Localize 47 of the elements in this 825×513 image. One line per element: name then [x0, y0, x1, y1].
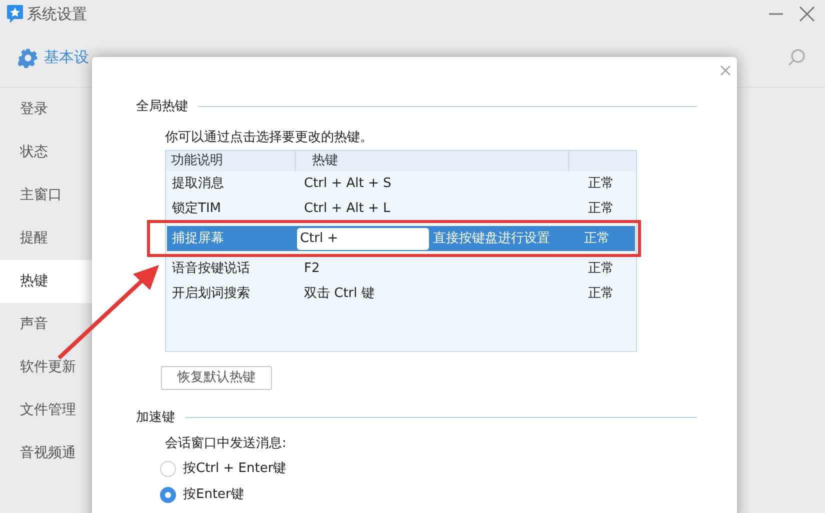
table-row[interactable]: 锁定TIM Ctrl + Alt + L 正常	[167, 196, 635, 221]
hint-text: 直接按键盘进行设置	[432, 230, 551, 248]
table-cell-text: 正常	[587, 174, 614, 193]
sidebar-item[interactable]: 软件更新	[0, 346, 92, 389]
reset-button[interactable]: 恢复默认热键	[161, 366, 272, 390]
radio-button[interactable]	[160, 487, 176, 503]
sidebar-item[interactable]: 音视频通	[0, 432, 92, 475]
table-cell-text: 语音按键说话	[171, 260, 251, 278]
radio-label[interactable]: 按Ctrl + Enter键	[183, 459, 286, 479]
sidebar-item[interactable]: 文件管理	[0, 389, 92, 432]
table-row[interactable]: 捕捉屏幕 Ctrl + 直接按键盘进行设置 正常	[167, 226, 635, 251]
search-icon[interactable]	[787, 48, 807, 68]
sidebar-item[interactable]: 提醒	[0, 217, 92, 260]
sidebar-item[interactable]: 热键	[0, 260, 92, 303]
hotkey-input[interactable]: Ctrl +	[297, 228, 429, 250]
radio-button[interactable]	[160, 461, 176, 477]
column-header: 功能说明	[166, 151, 296, 171]
table-cell-text: 开启划词搜索	[171, 284, 251, 303]
radio-label[interactable]: 按Enter键	[183, 485, 244, 505]
table-cell-text: 正常	[583, 230, 610, 248]
close-icon[interactable]	[799, 6, 815, 22]
table-cell-text: F2	[303, 260, 321, 278]
table-cell-text: 正常	[587, 260, 614, 278]
sidebar-item[interactable]: 主窗口	[0, 174, 92, 217]
table-cell-text: 捕捉屏幕	[171, 230, 225, 248]
table-cell-text: Ctrl + Alt + S	[303, 174, 392, 193]
table-row[interactable]: 开启划词搜索 双击 Ctrl 键 正常	[167, 281, 635, 306]
app-logo-icon	[6, 4, 24, 24]
close-icon[interactable]	[720, 65, 731, 76]
table-row[interactable]: 语音按键说话 F2 正常	[167, 256, 635, 281]
section-title: 加速键	[136, 409, 175, 427]
table-cell-text: 正常	[587, 200, 614, 218]
sidebar-item[interactable]: 状态	[0, 131, 92, 174]
table-cell-text: 锁定TIM	[171, 200, 222, 218]
table-cell-text: 提取消息	[171, 174, 225, 193]
sidebar-item[interactable]: 登录	[0, 88, 92, 131]
column-header: 热键	[296, 151, 569, 171]
gear-icon	[18, 48, 38, 68]
option-label: 会话窗口中发送消息:	[165, 434, 288, 452]
section-title: 全局热键	[136, 98, 188, 116]
window-title: 系统设置	[27, 4, 87, 25]
table-row[interactable]: 提取消息 Ctrl + Alt + S 正常	[167, 171, 635, 196]
sidebar-item[interactable]: 声音	[0, 303, 92, 346]
table-cell-text: Ctrl + Alt + L	[303, 200, 392, 218]
table-cell-text: 正常	[587, 284, 614, 303]
hint-text: 你可以通过点击选择要更改的热键。	[165, 128, 374, 146]
table-cell-text: 双击 Ctrl 键	[303, 284, 376, 303]
